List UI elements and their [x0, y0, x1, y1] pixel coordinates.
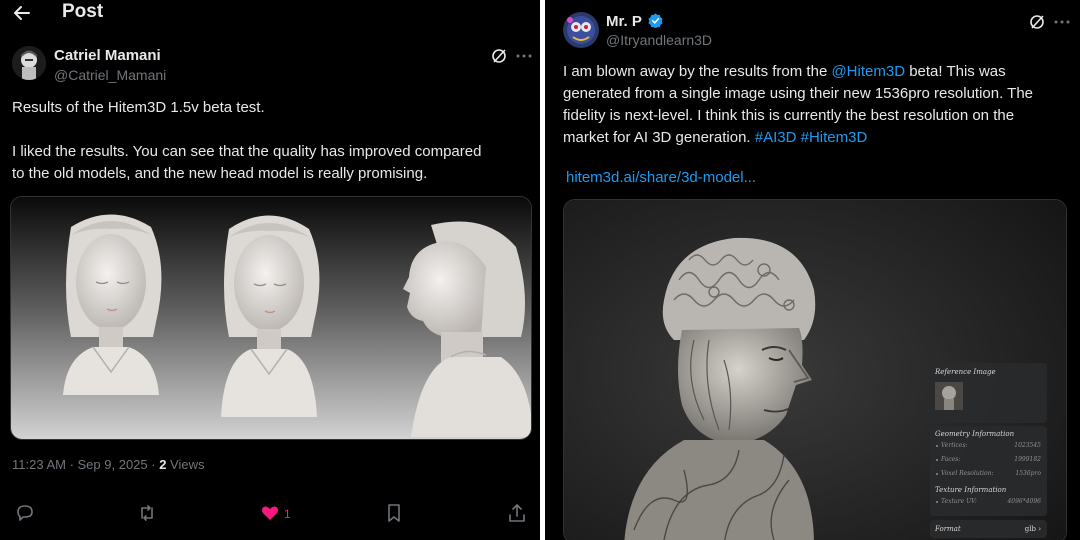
right-post-panel: Mr. P @Itryandlearn3D I am blown away by…	[545, 0, 1080, 540]
reference-thumbnail[interactable]	[935, 382, 963, 410]
post-text-line: to the old models, and the new head mode…	[12, 165, 428, 182]
post-text-line: fidelity is next-level. I think this is …	[563, 107, 1015, 124]
format-value: glb ›	[1025, 525, 1041, 533]
voxel-resolution-value: 1536pro	[1015, 470, 1041, 477]
format-label: Format	[935, 525, 961, 533]
mention-link[interactable]: @Hitem3D	[831, 63, 905, 80]
faces-value: 1999182	[1014, 456, 1041, 463]
like-count: 1	[284, 507, 291, 521]
page-title: Post	[62, 1, 104, 22]
author-name[interactable]: Mr. P	[606, 13, 663, 30]
share-icon[interactable]	[507, 503, 527, 523]
more-icon[interactable]	[515, 47, 533, 65]
author-name-text: Mr. P	[606, 13, 642, 30]
text-segment: beta! This was	[905, 63, 1006, 80]
bullet-dot	[936, 445, 938, 447]
vertices-value: 1023545	[1014, 442, 1041, 449]
bullet-dot	[936, 473, 938, 475]
views-label: Views	[166, 457, 205, 472]
format-selector[interactable]: Format glb ›	[930, 520, 1047, 538]
repost-icon[interactable]	[137, 503, 157, 523]
post-text-line: Results of the Hitem3D 1.5v beta test.	[12, 99, 265, 116]
post-text-line: generated from a single image using thei…	[563, 85, 1034, 102]
heart-icon[interactable]	[260, 503, 280, 523]
post-media-image[interactable]	[10, 196, 532, 440]
verified-badge-icon	[648, 13, 663, 29]
grok-icon[interactable]	[1028, 13, 1046, 31]
voxel-resolution-label: Voxel Resolution:	[941, 470, 994, 477]
author-handle[interactable]: @Catriel_Mamani	[54, 67, 166, 83]
back-arrow-icon[interactable]	[12, 3, 32, 23]
grok-icon[interactable]	[490, 47, 508, 65]
texture-info-title: Texture Information	[935, 486, 1007, 494]
post-media-image[interactable]: Reference Image Geometry Information Ver…	[563, 199, 1067, 540]
left-post-panel: Post Catriel Mamani @Catriel_Mamani Resu…	[0, 0, 540, 540]
texture-uv-value: 4096*4096	[1007, 498, 1041, 505]
author-name[interactable]: Catriel Mamani	[54, 47, 161, 64]
avatar[interactable]	[12, 46, 46, 80]
bullet-dot	[936, 459, 938, 461]
hashtag-links[interactable]: #AI3D #Hitem3D	[755, 129, 868, 146]
reply-icon[interactable]	[15, 503, 35, 523]
post-text-line: I liked the results. You can see that th…	[12, 143, 482, 160]
author-handle[interactable]: @Itryandlearn3D	[606, 32, 712, 48]
geometry-info-title: Geometry Information	[935, 430, 1015, 438]
post-timestamp[interactable]: 11:23 AM · Sep 9, 2025 · 2 Views	[12, 457, 204, 472]
avatar[interactable]	[563, 12, 599, 48]
timestamp-text: 11:23 AM · Sep 9, 2025 ·	[12, 457, 160, 472]
text-segment: market for AI 3D generation.	[563, 129, 755, 146]
more-icon[interactable]	[1053, 13, 1071, 31]
bookmark-icon[interactable]	[384, 503, 404, 523]
post-text-line: market for AI 3D generation. #AI3D #Hite…	[563, 127, 1075, 149]
reference-image-panel: Reference Image	[930, 363, 1047, 423]
chevron-right-icon: ›	[1038, 525, 1041, 533]
faces-label: Faces:	[941, 456, 961, 463]
format-value-text: glb	[1024, 525, 1036, 533]
reference-image-title: Reference Image	[935, 368, 996, 376]
external-link[interactable]: hitem3d.ai/share/3d-model...	[566, 167, 866, 189]
post-text-line: I am blown away by the results from the …	[563, 61, 1075, 83]
vertices-label: Vertices:	[941, 442, 968, 449]
bullet-dot	[936, 501, 938, 503]
post-header: Post	[0, 0, 540, 26]
geometry-info-panel: Geometry Information Vertices: 1023545 F…	[930, 426, 1047, 516]
texture-uv-label: Texture UV:	[941, 498, 977, 505]
text-segment: I am blown away by the results from the	[563, 63, 832, 80]
